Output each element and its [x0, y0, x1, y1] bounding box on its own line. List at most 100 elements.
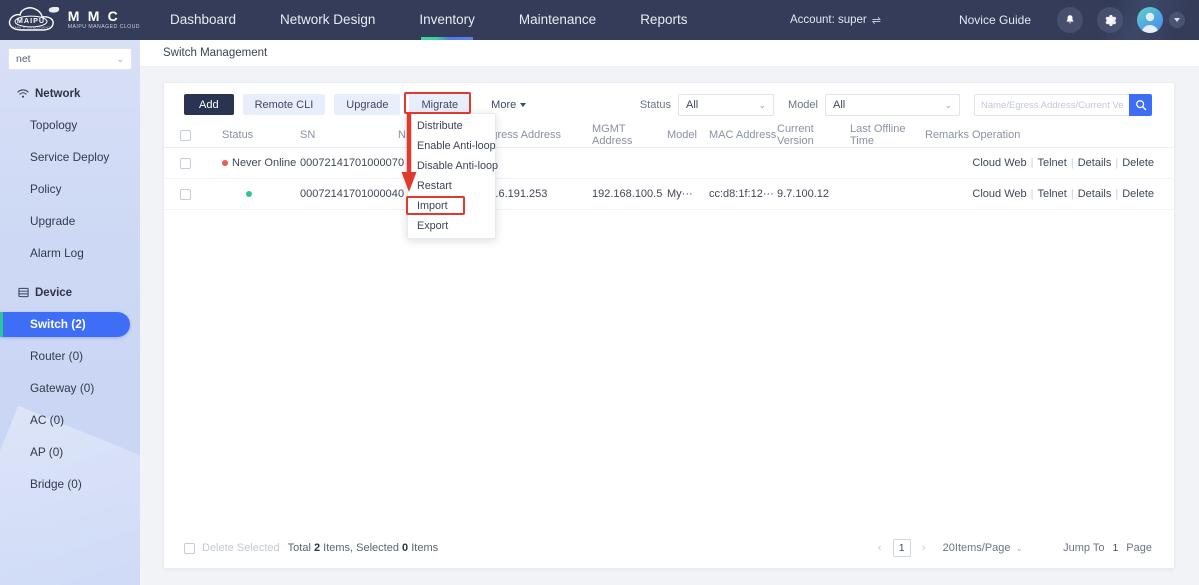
search-input[interactable]	[974, 94, 1129, 116]
jump-to-page: Jump To 1 Page	[1063, 542, 1152, 554]
sidebar-item-topology[interactable]: Topology	[0, 113, 140, 138]
select-all-header	[164, 123, 200, 148]
search-button[interactable]	[1129, 94, 1152, 116]
page-word: Page	[1126, 542, 1152, 554]
op-separator: |	[1030, 157, 1034, 169]
op-delete[interactable]: Delete	[1122, 188, 1154, 200]
add-button[interactable]: Add	[184, 94, 234, 115]
more-button[interactable]: More	[479, 94, 534, 115]
menu-item-import[interactable]: Import	[408, 196, 495, 216]
sidebar-item-router[interactable]: Router (0)	[0, 344, 140, 369]
sidebar-item-ap[interactable]: AP (0)	[0, 440, 140, 465]
table-row: 0007214170100004 0 11.6.191.253 192.168.…	[164, 178, 1176, 210]
total-prefix: Total	[287, 542, 314, 554]
avatar[interactable]	[1137, 7, 1163, 33]
nav-inventory[interactable]: Inventory	[397, 0, 497, 40]
prev-page-button[interactable]: ‹	[872, 539, 888, 557]
bell-icon	[1066, 15, 1074, 24]
col-mac-address[interactable]: MAC Address	[709, 123, 777, 148]
op-separator: |	[1070, 188, 1074, 200]
col-model[interactable]: Model	[667, 123, 709, 148]
row-select-cell	[164, 178, 200, 210]
op-cloud-web[interactable]: Cloud Web	[972, 157, 1026, 169]
account-label: Account: super	[790, 14, 867, 26]
sidebar-item-bridge[interactable]: Bridge (0)	[0, 472, 140, 497]
cell-remarks	[925, 147, 972, 179]
col-egress-address[interactable]: Egress Address	[484, 123, 592, 148]
account-menu-chevron-down-icon[interactable]	[1169, 12, 1185, 28]
col-operation[interactable]: Operation	[972, 123, 1176, 148]
page-size-value: 20Items/Page	[942, 542, 1011, 554]
nav-network-design[interactable]: Network Design	[258, 0, 397, 40]
search-icon	[1135, 100, 1146, 111]
page-size-select[interactable]: 20Items/Page ⌄	[943, 542, 1023, 554]
menu-item-restart[interactable]: Restart	[408, 176, 495, 196]
jump-input[interactable]: 1	[1112, 542, 1118, 554]
op-telnet[interactable]: Telnet	[1038, 188, 1067, 200]
brand-logo[interactable]: MAIPU MAKE IT INTELLIGENT M M C MAIPU MA…	[0, 0, 140, 40]
cell-egress-address	[484, 147, 592, 179]
sidebar-item-switch[interactable]: Switch (2)	[0, 312, 130, 337]
sidebar-item-upgrade[interactable]: Upgrade	[0, 209, 140, 234]
sidebar-item-service-deploy[interactable]: Service Deploy	[0, 145, 140, 170]
pagination: ‹ 1 › 20Items/Page ⌄ Jump To 1 Page	[872, 539, 1152, 557]
op-details[interactable]: Details	[1078, 157, 1112, 169]
row-checkbox[interactable]	[180, 157, 191, 169]
sidebar-item-alarm-log[interactable]: Alarm Log	[0, 241, 140, 266]
breadcrumb: Switch Management	[140, 40, 1199, 67]
cell-operation: Cloud Web | Telnet | Details | Delete	[972, 178, 1176, 210]
op-delete[interactable]: Delete	[1122, 157, 1154, 169]
delete-selected-button[interactable]: Delete Selected	[202, 542, 280, 554]
footer-select-all-checkbox[interactable]	[184, 542, 195, 554]
select-all-checkbox[interactable]	[180, 129, 191, 141]
col-remarks[interactable]: Remarks	[925, 123, 972, 148]
items-mid: Items, Selected	[320, 542, 403, 554]
status-filter-value: All	[686, 99, 699, 111]
migrate-button[interactable]: Migrate	[409, 94, 471, 115]
chevron-down-icon: ⌄	[1015, 542, 1024, 553]
nav-dashboard[interactable]: Dashboard	[148, 0, 258, 40]
next-page-button[interactable]: ›	[916, 539, 932, 557]
sidebar-item-ac[interactable]: AC (0)	[0, 408, 140, 433]
cell-model	[667, 147, 709, 179]
col-last-offline-time[interactable]: Last Offline Time	[850, 123, 925, 148]
settings-button[interactable]	[1097, 7, 1123, 33]
upgrade-button[interactable]: Upgrade	[334, 94, 401, 115]
notifications-button[interactable]	[1057, 7, 1083, 33]
sidebar-item-gateway[interactable]: Gateway (0)	[0, 376, 140, 401]
menu-item-distribute[interactable]: Distribute	[408, 116, 495, 136]
remote-cli-button[interactable]: Remote CLI	[242, 94, 326, 115]
nav-maintenance[interactable]: Maintenance	[497, 0, 618, 40]
cell-mac-address	[709, 147, 777, 179]
table-header-row: Status SN Name Egress Address MGMT Addre…	[164, 123, 1176, 148]
op-cloud-web[interactable]: Cloud Web	[972, 188, 1026, 200]
col-status[interactable]: Status	[222, 123, 300, 148]
account-switcher[interactable]: Account: super ⇌	[790, 14, 881, 27]
status-filter-select[interactable]: All ⌄	[678, 94, 775, 116]
nav-reports[interactable]: Reports	[618, 0, 709, 40]
model-filter-select[interactable]: All ⌄	[825, 94, 960, 116]
novice-guide-link[interactable]: Novice Guide	[959, 13, 1031, 27]
col-current-version[interactable]: Current Version	[777, 123, 850, 148]
cell-mgmt-address	[592, 147, 667, 179]
menu-item-enable-anti-loop[interactable]: Enable Anti-loop	[408, 136, 496, 156]
menu-item-disable-anti-loop[interactable]: Disable Anti-loop	[408, 156, 498, 176]
op-telnet[interactable]: Telnet	[1038, 157, 1067, 169]
page-number-1[interactable]: 1	[892, 539, 911, 557]
menu-item-export[interactable]: Export	[408, 216, 495, 236]
network-selector[interactable]: net ⌄	[8, 48, 132, 70]
sidebar-item-policy[interactable]: Policy	[0, 177, 140, 202]
chevron-down-icon: ⌄	[944, 99, 952, 110]
product-name: M M C	[67, 8, 120, 25]
sidebar-group-network: Network	[0, 81, 140, 106]
toolbar: Add Remote CLI Upgrade Migrate More Stat…	[164, 83, 1174, 123]
svg-text:MAIPU: MAIPU	[17, 16, 45, 25]
cell-status: Never Online	[222, 147, 300, 179]
col-mgmt-address[interactable]: MGMT Address	[592, 123, 667, 148]
op-details[interactable]: Details	[1078, 188, 1112, 200]
cell-last-offline-time	[850, 147, 925, 179]
svg-text:MAKE IT INTELLIGENT: MAKE IT INTELLIGENT	[12, 25, 51, 29]
row-checkbox[interactable]	[180, 188, 191, 200]
col-sn[interactable]: SN	[300, 123, 398, 148]
op-separator: |	[1115, 188, 1119, 200]
